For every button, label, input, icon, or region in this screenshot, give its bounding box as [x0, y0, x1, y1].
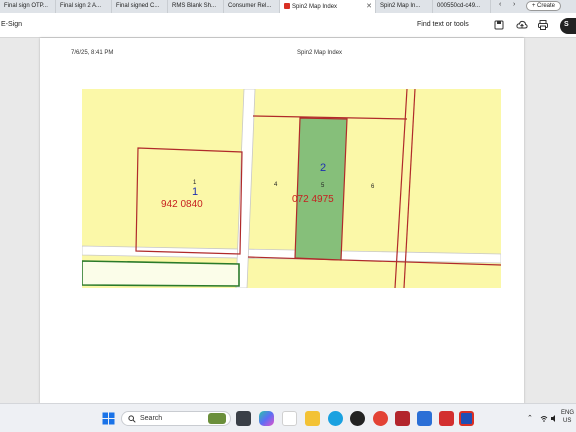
windows-taskbar: Search ⌃ ENG US [0, 403, 576, 432]
app-label: E-Sign [1, 21, 23, 28]
tab-scroll-left-icon[interactable]: ‹ [499, 1, 501, 12]
lot-green-outline [82, 260, 240, 287]
viewer-toolbar: E-Sign Find text or tools S [0, 13, 576, 38]
task-view-icon[interactable] [236, 411, 251, 426]
tab-label: Final sign OTP... [4, 3, 48, 9]
tab-label: Final sign 2 A... [60, 3, 102, 9]
windows-start-icon[interactable] [101, 411, 116, 426]
tab-final-signed-c[interactable]: Final signed C... [112, 0, 168, 13]
tab-scroll-right-icon[interactable]: › [513, 1, 515, 12]
tab-final-sign-otp[interactable]: Final sign OTP... [0, 0, 56, 13]
cloud-upload-icon[interactable] [516, 19, 528, 31]
chrome-icon[interactable] [373, 411, 388, 426]
lot-2-id: 072 4975 [292, 194, 334, 205]
save-icon[interactable] [493, 19, 505, 31]
tab-label: Spin2 Map Index [292, 4, 338, 10]
word-icon[interactable] [459, 411, 474, 426]
create-button[interactable]: + Create [525, 1, 561, 11]
tab-000550cd[interactable]: 000550cd-c49... [433, 0, 491, 13]
tab-label: 000550cd-c49... [437, 3, 481, 9]
wifi-icon[interactable] [540, 415, 548, 422]
parcel-map: 1 1 942 0840 4 2 5 072 4975 6 [82, 89, 501, 288]
tab-spin2-map-index-active[interactable]: Spin2 Map Index ✕ [280, 0, 376, 13]
tab-label: RMS Blank Sh... [172, 3, 217, 9]
pdf-icon [284, 3, 290, 9]
search-highlight-icon [208, 413, 226, 424]
page-header-date: 7/6/25, 8:41 PM [71, 50, 114, 56]
search-icon [128, 415, 136, 423]
tab-final-sign-2[interactable]: Final sign 2 A... [56, 0, 112, 13]
tab-rms-blank[interactable]: RMS Blank Sh... [168, 0, 224, 13]
microsoft-store-icon[interactable] [282, 411, 297, 426]
app-icon[interactable] [417, 411, 432, 426]
find-text-or-tools-button[interactable]: Find text or tools [417, 21, 469, 28]
tab-spin2-map-in[interactable]: Spin2 Map In... [376, 0, 433, 13]
tab-consumer-rel[interactable]: Consumer Rel... [224, 0, 280, 13]
dell-icon[interactable] [350, 411, 365, 426]
close-tab-icon[interactable]: ✕ [366, 2, 372, 10]
volume-icon[interactable] [550, 414, 558, 423]
parcel-map-svg: 1 1 942 0840 4 2 5 072 4975 6 [82, 89, 501, 288]
mcafee-icon[interactable] [395, 411, 410, 426]
language-indicator-us[interactable]: US [563, 418, 571, 424]
show-hidden-icons-icon[interactable]: ⌃ [527, 414, 533, 422]
lot-1-id: 942 0840 [161, 199, 203, 210]
lot-2-number: 2 [320, 162, 326, 174]
lot-1-number: 1 [192, 186, 198, 198]
search-placeholder: Search [140, 415, 163, 422]
browser-tab-strip: Final sign OTP... Final sign 2 A... Fina… [0, 0, 576, 13]
lot-2-highlighted [294, 117, 348, 261]
print-icon[interactable] [537, 19, 549, 31]
tab-label: Consumer Rel... [228, 3, 272, 9]
taskbar-search-box[interactable]: Search [121, 411, 231, 426]
tab-label: Spin2 Map In... [380, 3, 421, 9]
file-explorer-icon[interactable] [305, 411, 320, 426]
tab-label: Final signed C... [116, 3, 160, 9]
edge-browser-icon[interactable] [328, 411, 343, 426]
acrobat-icon[interactable] [439, 411, 454, 426]
profile-avatar[interactable]: S [560, 18, 576, 34]
language-indicator-eng[interactable]: ENG [561, 410, 574, 416]
copilot-icon[interactable] [259, 411, 274, 426]
page-header-title: Spin2 Map Index [297, 50, 343, 56]
